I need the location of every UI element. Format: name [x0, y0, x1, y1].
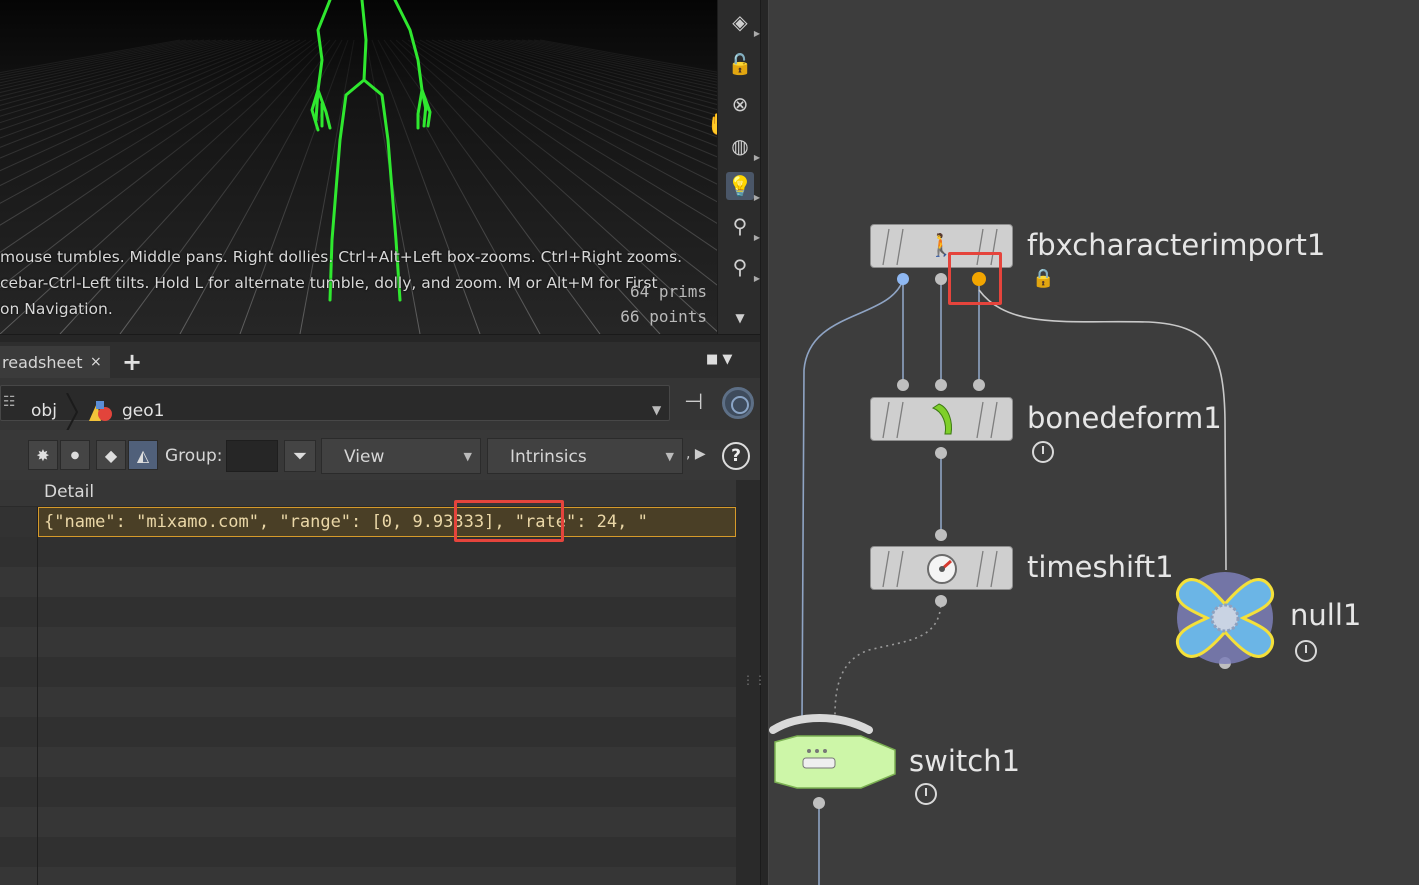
tab-geometry-spreadsheet[interactable]: readsheet × — [0, 346, 110, 378]
tab-label: readsheet — [2, 352, 83, 372]
table-row — [0, 627, 736, 657]
table-row — [0, 567, 736, 597]
vertices-mode-icon[interactable]: ● — [60, 440, 90, 470]
time-dependent-icon — [915, 783, 937, 805]
viewport-help-text-1: mouse tumbles. Middle pans. Right dollie… — [0, 248, 683, 266]
pane-divider-vertical[interactable] — [760, 0, 769, 885]
table-row — [0, 867, 736, 885]
filter-icon[interactable]: ⏷ — [284, 440, 316, 472]
group-input[interactable] — [226, 440, 278, 472]
node-label-null1[interactable]: null1 — [1290, 598, 1361, 632]
hand-cursor-icon: ✋ — [706, 112, 717, 137]
row-number-gutter — [0, 480, 38, 885]
pane-divider-horizontal[interactable] — [0, 334, 760, 342]
pin-icon[interactable]: ⊣ — [684, 390, 703, 415]
tab-close-icon[interactable]: × — [90, 354, 102, 370]
node-switch1[interactable] — [769, 710, 899, 794]
table-row[interactable]: {"name": "mixamo.com", "range": [0, 9.93… — [38, 507, 736, 537]
lightbulb-icon[interactable]: 💡 ▶ — [726, 172, 760, 202]
primitives-mode-icon[interactable]: ◆ — [96, 440, 126, 470]
path-geo[interactable]: geo1 — [122, 401, 164, 421]
path-bar: ☷ obj geo1 ▼ ⊣ — [0, 378, 760, 431]
point-count: 66 points — [620, 307, 707, 326]
table-row — [0, 837, 736, 867]
path-dropdown-icon[interactable]: ▼ — [652, 403, 661, 417]
group-label: Group: — [165, 446, 223, 466]
node-label-fbxcharacterimport1[interactable]: fbxcharacterimport1 — [1027, 228, 1325, 262]
pane-tab-bar: readsheet × + ■ ▼ — [0, 342, 760, 378]
pane-menu-button[interactable]: ■ ▼ — [706, 352, 732, 367]
table-row — [0, 777, 736, 807]
path-obj[interactable]: obj — [31, 401, 57, 421]
add-light-icon[interactable]: ⚲ ▶ — [726, 212, 760, 242]
spreadsheet-table: Detail {"name": "mixamo.com", "range": [… — [0, 480, 766, 885]
intrinsics-dropdown[interactable]: Intrinsics ▼ — [487, 438, 683, 474]
table-row — [0, 687, 736, 717]
network-editor[interactable]: 🚶 fbxcharacterimport1 🔒 bonedeform1 time… — [769, 0, 1419, 885]
column-header-detail[interactable]: Detail — [44, 482, 94, 502]
table-header: Detail — [0, 480, 736, 507]
lock-icon: 🔒 — [1032, 268, 1055, 289]
prim-count: 64 prims — [629, 282, 707, 301]
view-mode-icon[interactable]: ◈ ▶ — [726, 8, 760, 38]
time-dependent-icon — [1032, 441, 1054, 463]
node-bonedeform1[interactable] — [870, 397, 1013, 441]
3d-viewport[interactable]: mouse tumbles. Middle pans. Right dollie… — [0, 0, 717, 334]
table-row — [0, 597, 736, 627]
table-row — [0, 747, 736, 777]
node-stripes — [882, 401, 998, 439]
geometry-icon — [89, 401, 112, 421]
table-row — [0, 537, 736, 567]
range-value-highlight — [454, 500, 564, 542]
output-connector-highlight — [948, 252, 1002, 305]
sphere-icon[interactable]: ◍ ▶ — [726, 132, 760, 162]
node-label-bonedeform1[interactable]: bonedeform1 — [1027, 401, 1222, 435]
path-separator-icon — [66, 393, 79, 431]
node-label-switch1[interactable]: switch1 — [909, 744, 1020, 778]
more-arrow-icon[interactable]: ▼ — [726, 304, 754, 332]
node-timeshift1[interactable] — [870, 546, 1013, 590]
camera-light-icon[interactable]: ⚲ ▶ — [726, 253, 760, 283]
table-row — [0, 717, 736, 747]
toolbar-overflow-button[interactable]: , ▶ — [686, 446, 706, 462]
help-button[interactable]: ? — [722, 442, 750, 470]
spreadsheet-toolbar: ✸ ● ◆ ◭ Group: ⏷ View ▼ Intrinsics ▼ , ▶… — [0, 430, 760, 480]
detail-mode-icon[interactable]: ◭ — [128, 440, 158, 470]
points-mode-icon[interactable]: ✸ — [28, 440, 58, 470]
obj-network-icon: ☷ — [3, 394, 16, 410]
viewport-toolbar: ◈ ▶ 🔓 ⊗ ◍ ▶ 💡 ▶ ⚲ ▶ ⚲ ▶ ▼ — [717, 0, 760, 334]
resize-grip-icon[interactable]: ⋮⋮ — [742, 673, 766, 687]
cross-pin-icon[interactable]: ⊗ — [726, 90, 754, 118]
intrinsics-dropdown-label: Intrinsics — [510, 447, 587, 467]
table-row — [0, 807, 736, 837]
chevron-down-icon: ▼ — [463, 450, 472, 463]
node-label-timeshift1[interactable]: timeshift1 — [1027, 550, 1174, 584]
viewport-help-text-2: cebar-Ctrl-Left tilts. Hold L for altern… — [0, 274, 658, 292]
path-field[interactable]: ☷ obj geo1 ▼ — [0, 385, 670, 431]
link-icon[interactable] — [722, 387, 754, 419]
add-tab-button[interactable]: + — [122, 348, 142, 376]
view-dropdown[interactable]: View ▼ — [321, 438, 481, 474]
node-null1[interactable] — [1171, 568, 1279, 668]
time-dependent-icon — [1295, 640, 1317, 662]
node-stripes — [882, 550, 998, 588]
lock-icon[interactable]: 🔓 — [726, 50, 754, 78]
chevron-down-icon: ▼ — [665, 450, 674, 463]
viewport-help-text-3: on Navigation. — [0, 300, 113, 318]
table-row — [0, 657, 736, 687]
view-dropdown-label: View — [344, 447, 385, 467]
